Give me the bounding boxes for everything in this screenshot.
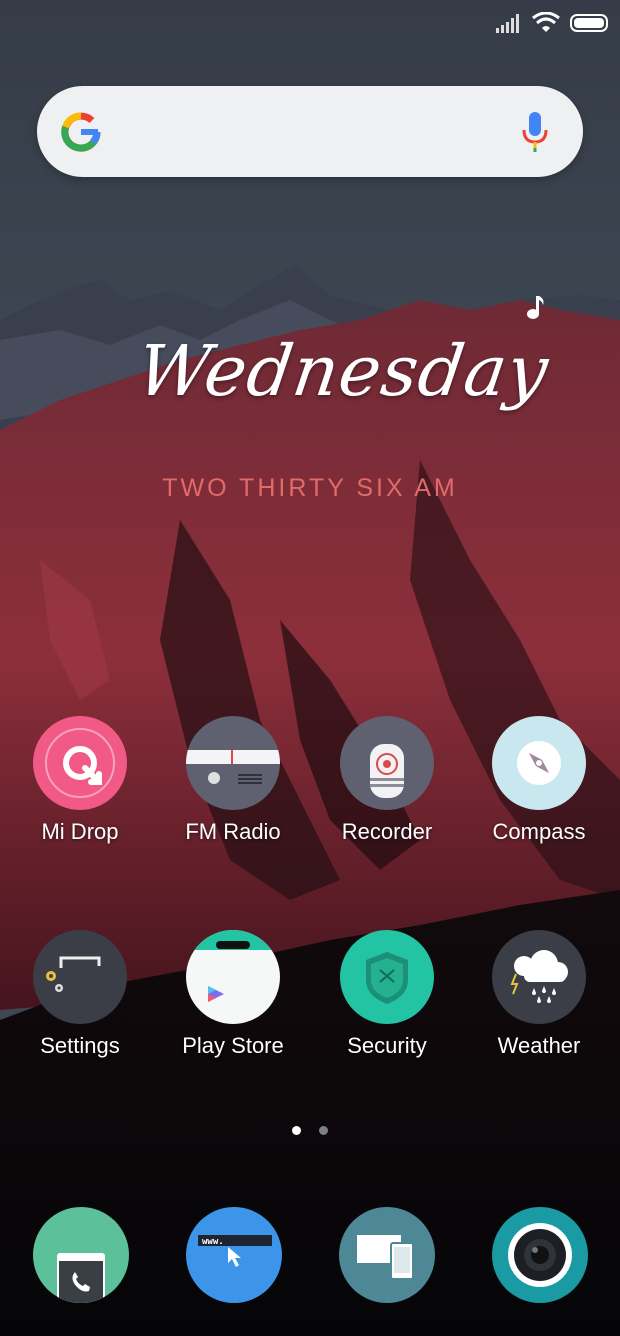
dock-screen-mirror[interactable] xyxy=(339,1207,435,1303)
compass-icon xyxy=(492,716,586,810)
app-label: Compass xyxy=(492,819,586,844)
status-bar xyxy=(496,10,610,36)
app-weather[interactable]: Weather xyxy=(469,930,609,1059)
dock-camera[interactable] xyxy=(492,1207,588,1303)
dock-browser[interactable]: www. xyxy=(186,1207,282,1303)
microphone-recorder-icon xyxy=(340,716,434,810)
app-label: Security xyxy=(347,1033,427,1058)
page-dot-active[interactable] xyxy=(292,1126,301,1135)
app-fm-radio[interactable]: FM Radio xyxy=(163,716,303,845)
app-label: Recorder xyxy=(341,819,433,844)
battery-icon xyxy=(570,14,608,32)
clock-widget[interactable]: Wednesday TWO THIRTY SIX AM xyxy=(130,330,554,510)
microphone-icon[interactable] xyxy=(521,110,549,154)
gear-icon xyxy=(33,930,127,1024)
app-compass[interactable]: Compass xyxy=(469,716,609,845)
music-note-icon[interactable] xyxy=(524,294,546,320)
screen-mirror-icon xyxy=(357,1235,414,1280)
url-text: www. xyxy=(202,1237,224,1247)
app-security[interactable]: Security xyxy=(317,930,457,1059)
app-label: Weather xyxy=(497,1033,581,1058)
app-label: Play Store xyxy=(182,1033,284,1058)
play-store-icon xyxy=(186,930,280,1024)
app-settings[interactable]: Settings xyxy=(10,930,150,1059)
app-label: Mi Drop xyxy=(41,819,119,844)
google-search-bar[interactable] xyxy=(37,86,583,177)
page-indicator xyxy=(292,1126,328,1135)
app-recorder[interactable]: Recorder xyxy=(317,716,457,845)
app-play-store[interactable]: Play Store xyxy=(163,930,303,1059)
mi-drop-icon xyxy=(33,716,127,810)
day-of-week: Wednesday xyxy=(132,330,554,412)
page-dot[interactable] xyxy=(319,1126,328,1135)
time-in-words: TWO THIRTY SIX AM xyxy=(162,474,458,502)
wallpaper xyxy=(0,0,620,1336)
app-label: FM Radio xyxy=(185,819,281,844)
browser-icon: www. xyxy=(198,1235,272,1267)
app-label: Settings xyxy=(40,1033,120,1058)
shield-icon xyxy=(340,930,434,1024)
phone-icon xyxy=(57,1253,105,1303)
dock-phone[interactable] xyxy=(33,1207,129,1303)
google-g-icon xyxy=(61,112,101,152)
signal-bars-icon xyxy=(496,14,519,33)
app-mi-drop[interactable]: Mi Drop xyxy=(10,716,150,845)
camera-icon xyxy=(508,1223,572,1287)
wifi-icon xyxy=(532,12,560,32)
radio-icon xyxy=(186,716,280,810)
weather-cloud-icon xyxy=(492,930,586,1024)
